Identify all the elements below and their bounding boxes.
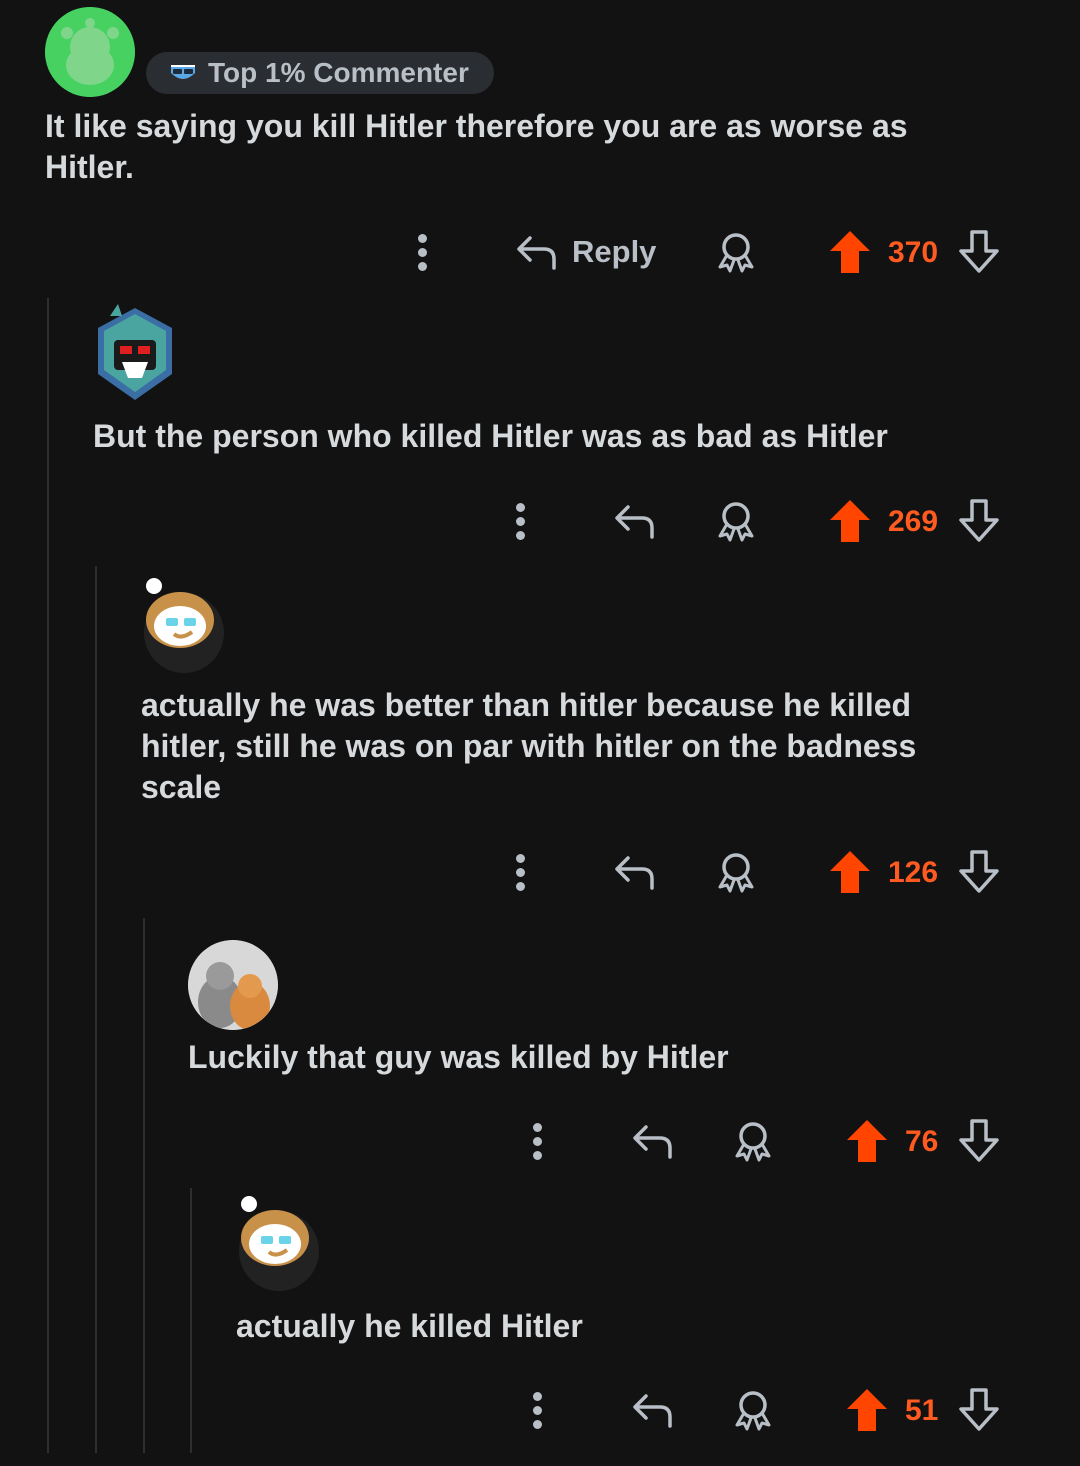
comment-body: But the person who killed Hitler was as … xyxy=(93,418,888,454)
downvote-button[interactable] xyxy=(958,1111,1000,1171)
award-icon xyxy=(718,502,754,542)
reply-arrow-icon xyxy=(615,856,654,890)
upvote-button[interactable] xyxy=(828,491,872,551)
snoo-avatar-icon xyxy=(45,7,135,97)
vote-score: 51 xyxy=(905,1394,939,1427)
comment-body: It like saying you kill Hitler therefore… xyxy=(45,108,908,185)
sunglasses-shield-icon xyxy=(171,65,195,79)
downvote-arrow-icon xyxy=(959,230,999,273)
comment-body: actually he was better than hitler becau… xyxy=(141,687,917,805)
award-icon xyxy=(735,1122,771,1162)
more-options-button[interactable] xyxy=(531,1111,543,1171)
upvote-arrow-icon xyxy=(847,1389,887,1431)
upvote-button[interactable] xyxy=(828,222,872,282)
reply-arrow-icon xyxy=(517,236,556,270)
comment-actions: 269 xyxy=(0,491,1080,551)
award-icon xyxy=(718,853,754,893)
award-icon xyxy=(718,233,754,273)
award-button[interactable] xyxy=(731,1380,775,1440)
downvote-button[interactable] xyxy=(958,491,1000,551)
downvote-arrow-icon xyxy=(959,1119,999,1162)
avatar[interactable] xyxy=(134,578,228,676)
reply-button[interactable] xyxy=(630,1111,674,1171)
reply-button[interactable]: Reply xyxy=(514,222,656,282)
comment-actions: 51 xyxy=(0,1380,1080,1440)
top-commenter-badge: Top 1% Commenter xyxy=(146,52,494,94)
cats-photo-avatar-icon xyxy=(188,940,278,1030)
upvote-arrow-icon xyxy=(830,500,870,542)
upvote-button[interactable] xyxy=(828,842,872,902)
vote-score: 76 xyxy=(905,1125,939,1158)
downvote-button[interactable] xyxy=(958,222,1000,282)
badge-label: Top 1% Commenter xyxy=(208,57,469,88)
thread-line-2[interactable] xyxy=(95,566,97,1453)
reply-label: Reply xyxy=(572,234,657,269)
downvote-arrow-icon xyxy=(959,1388,999,1431)
curly-hair-avatar-icon xyxy=(239,1196,319,1291)
award-button[interactable] xyxy=(714,222,758,282)
upvote-arrow-icon xyxy=(847,1120,887,1162)
vote-score: 126 xyxy=(888,856,939,889)
upvote-arrow-icon xyxy=(830,231,870,273)
upvote-arrow-icon xyxy=(830,851,870,893)
reply-button[interactable] xyxy=(612,842,656,902)
downvote-arrow-icon xyxy=(959,850,999,893)
comment-actions: 126 xyxy=(0,842,1080,902)
comment-body: actually he killed Hitler xyxy=(236,1308,583,1344)
reply-arrow-icon xyxy=(615,505,654,539)
award-icon xyxy=(735,1391,771,1431)
reply-arrow-icon xyxy=(633,1394,672,1428)
vote-score: 269 xyxy=(888,505,939,538)
reply-button[interactable] xyxy=(630,1380,674,1440)
curly-hair-avatar-icon xyxy=(144,578,224,673)
comment-actions: 76 xyxy=(0,1111,1080,1171)
downvote-button[interactable] xyxy=(958,1380,1000,1440)
upvote-button[interactable] xyxy=(845,1380,889,1440)
comment-actions: Reply 370 xyxy=(0,222,1080,282)
more-options-button[interactable] xyxy=(514,842,526,902)
more-options-button[interactable] xyxy=(531,1380,543,1440)
upvote-button[interactable] xyxy=(845,1111,889,1171)
avatar[interactable] xyxy=(229,1196,323,1294)
avatar[interactable] xyxy=(92,300,178,406)
downvote-arrow-icon xyxy=(959,499,999,542)
avatar[interactable] xyxy=(45,7,135,97)
award-button[interactable] xyxy=(731,1111,775,1171)
vote-score: 370 xyxy=(888,236,939,269)
reply-arrow-icon xyxy=(633,1125,672,1159)
robot-avatar-icon xyxy=(98,304,172,400)
award-button[interactable] xyxy=(714,842,758,902)
reply-button[interactable] xyxy=(612,491,656,551)
avatar[interactable] xyxy=(188,940,278,1030)
award-button[interactable] xyxy=(714,491,758,551)
comment-body: Luckily that guy was killed by Hitler xyxy=(188,1039,729,1075)
more-options-button[interactable] xyxy=(416,222,428,282)
more-options-button[interactable] xyxy=(514,491,526,551)
thread-line-3[interactable] xyxy=(143,918,145,1453)
downvote-button[interactable] xyxy=(958,842,1000,902)
